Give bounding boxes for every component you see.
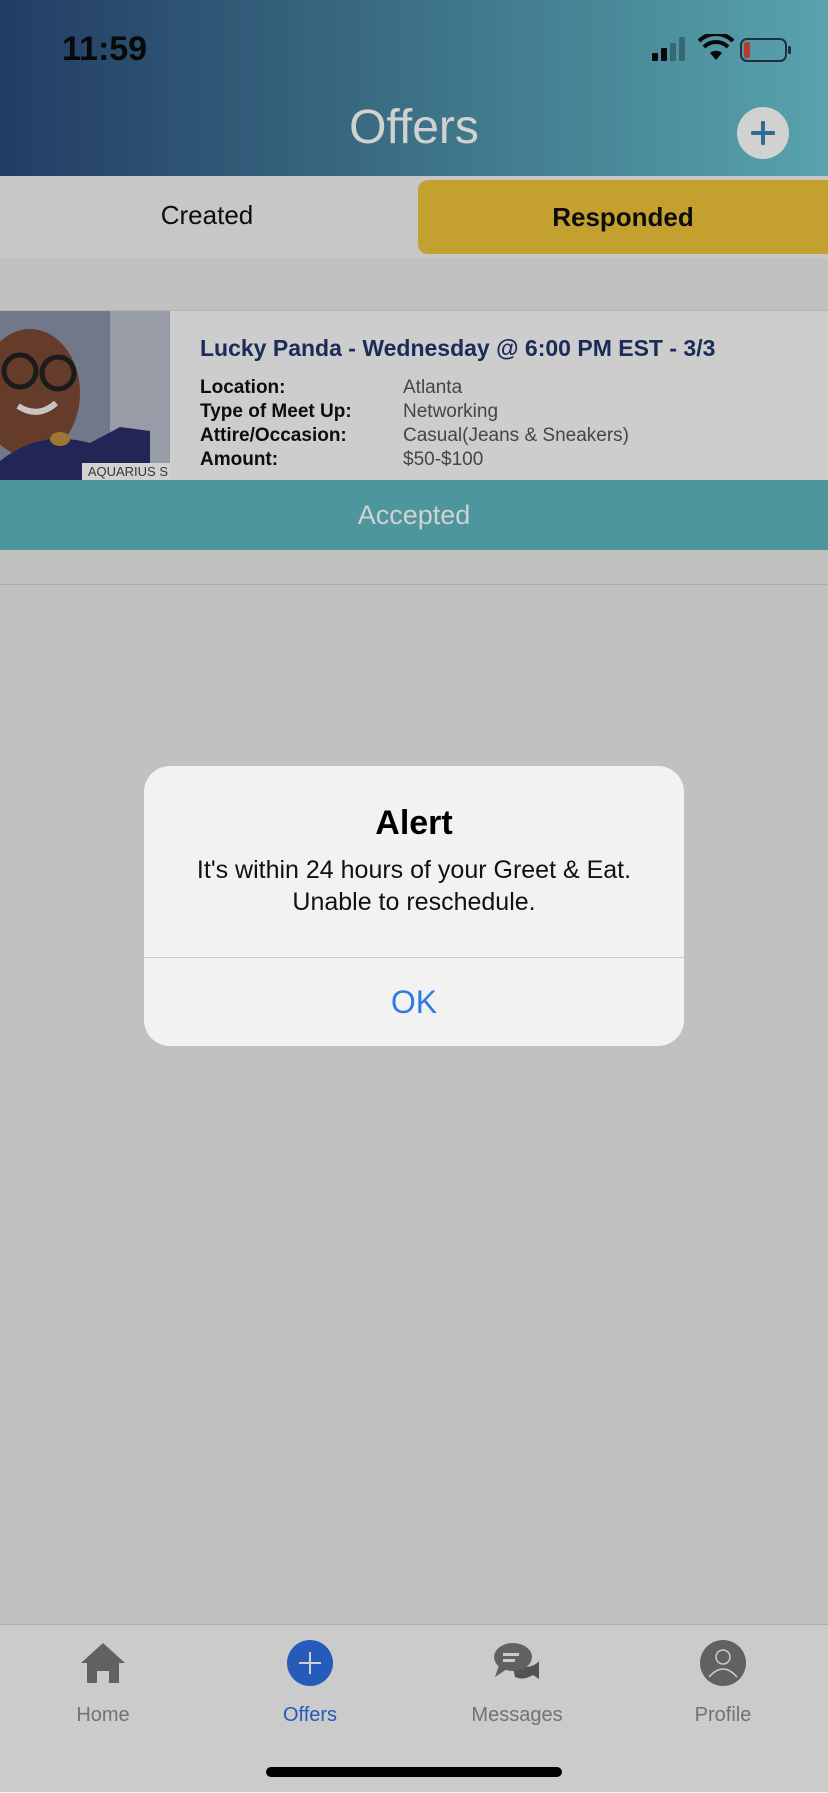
alert-message: It's within 24 hours of your Greet & Eat… <box>196 856 632 916</box>
ok-button[interactable]: OK <box>144 958 684 1046</box>
alert-dialog: Alert It's within 24 hours of your Greet… <box>144 766 684 1046</box>
alert-title: Alert <box>375 804 453 842</box>
